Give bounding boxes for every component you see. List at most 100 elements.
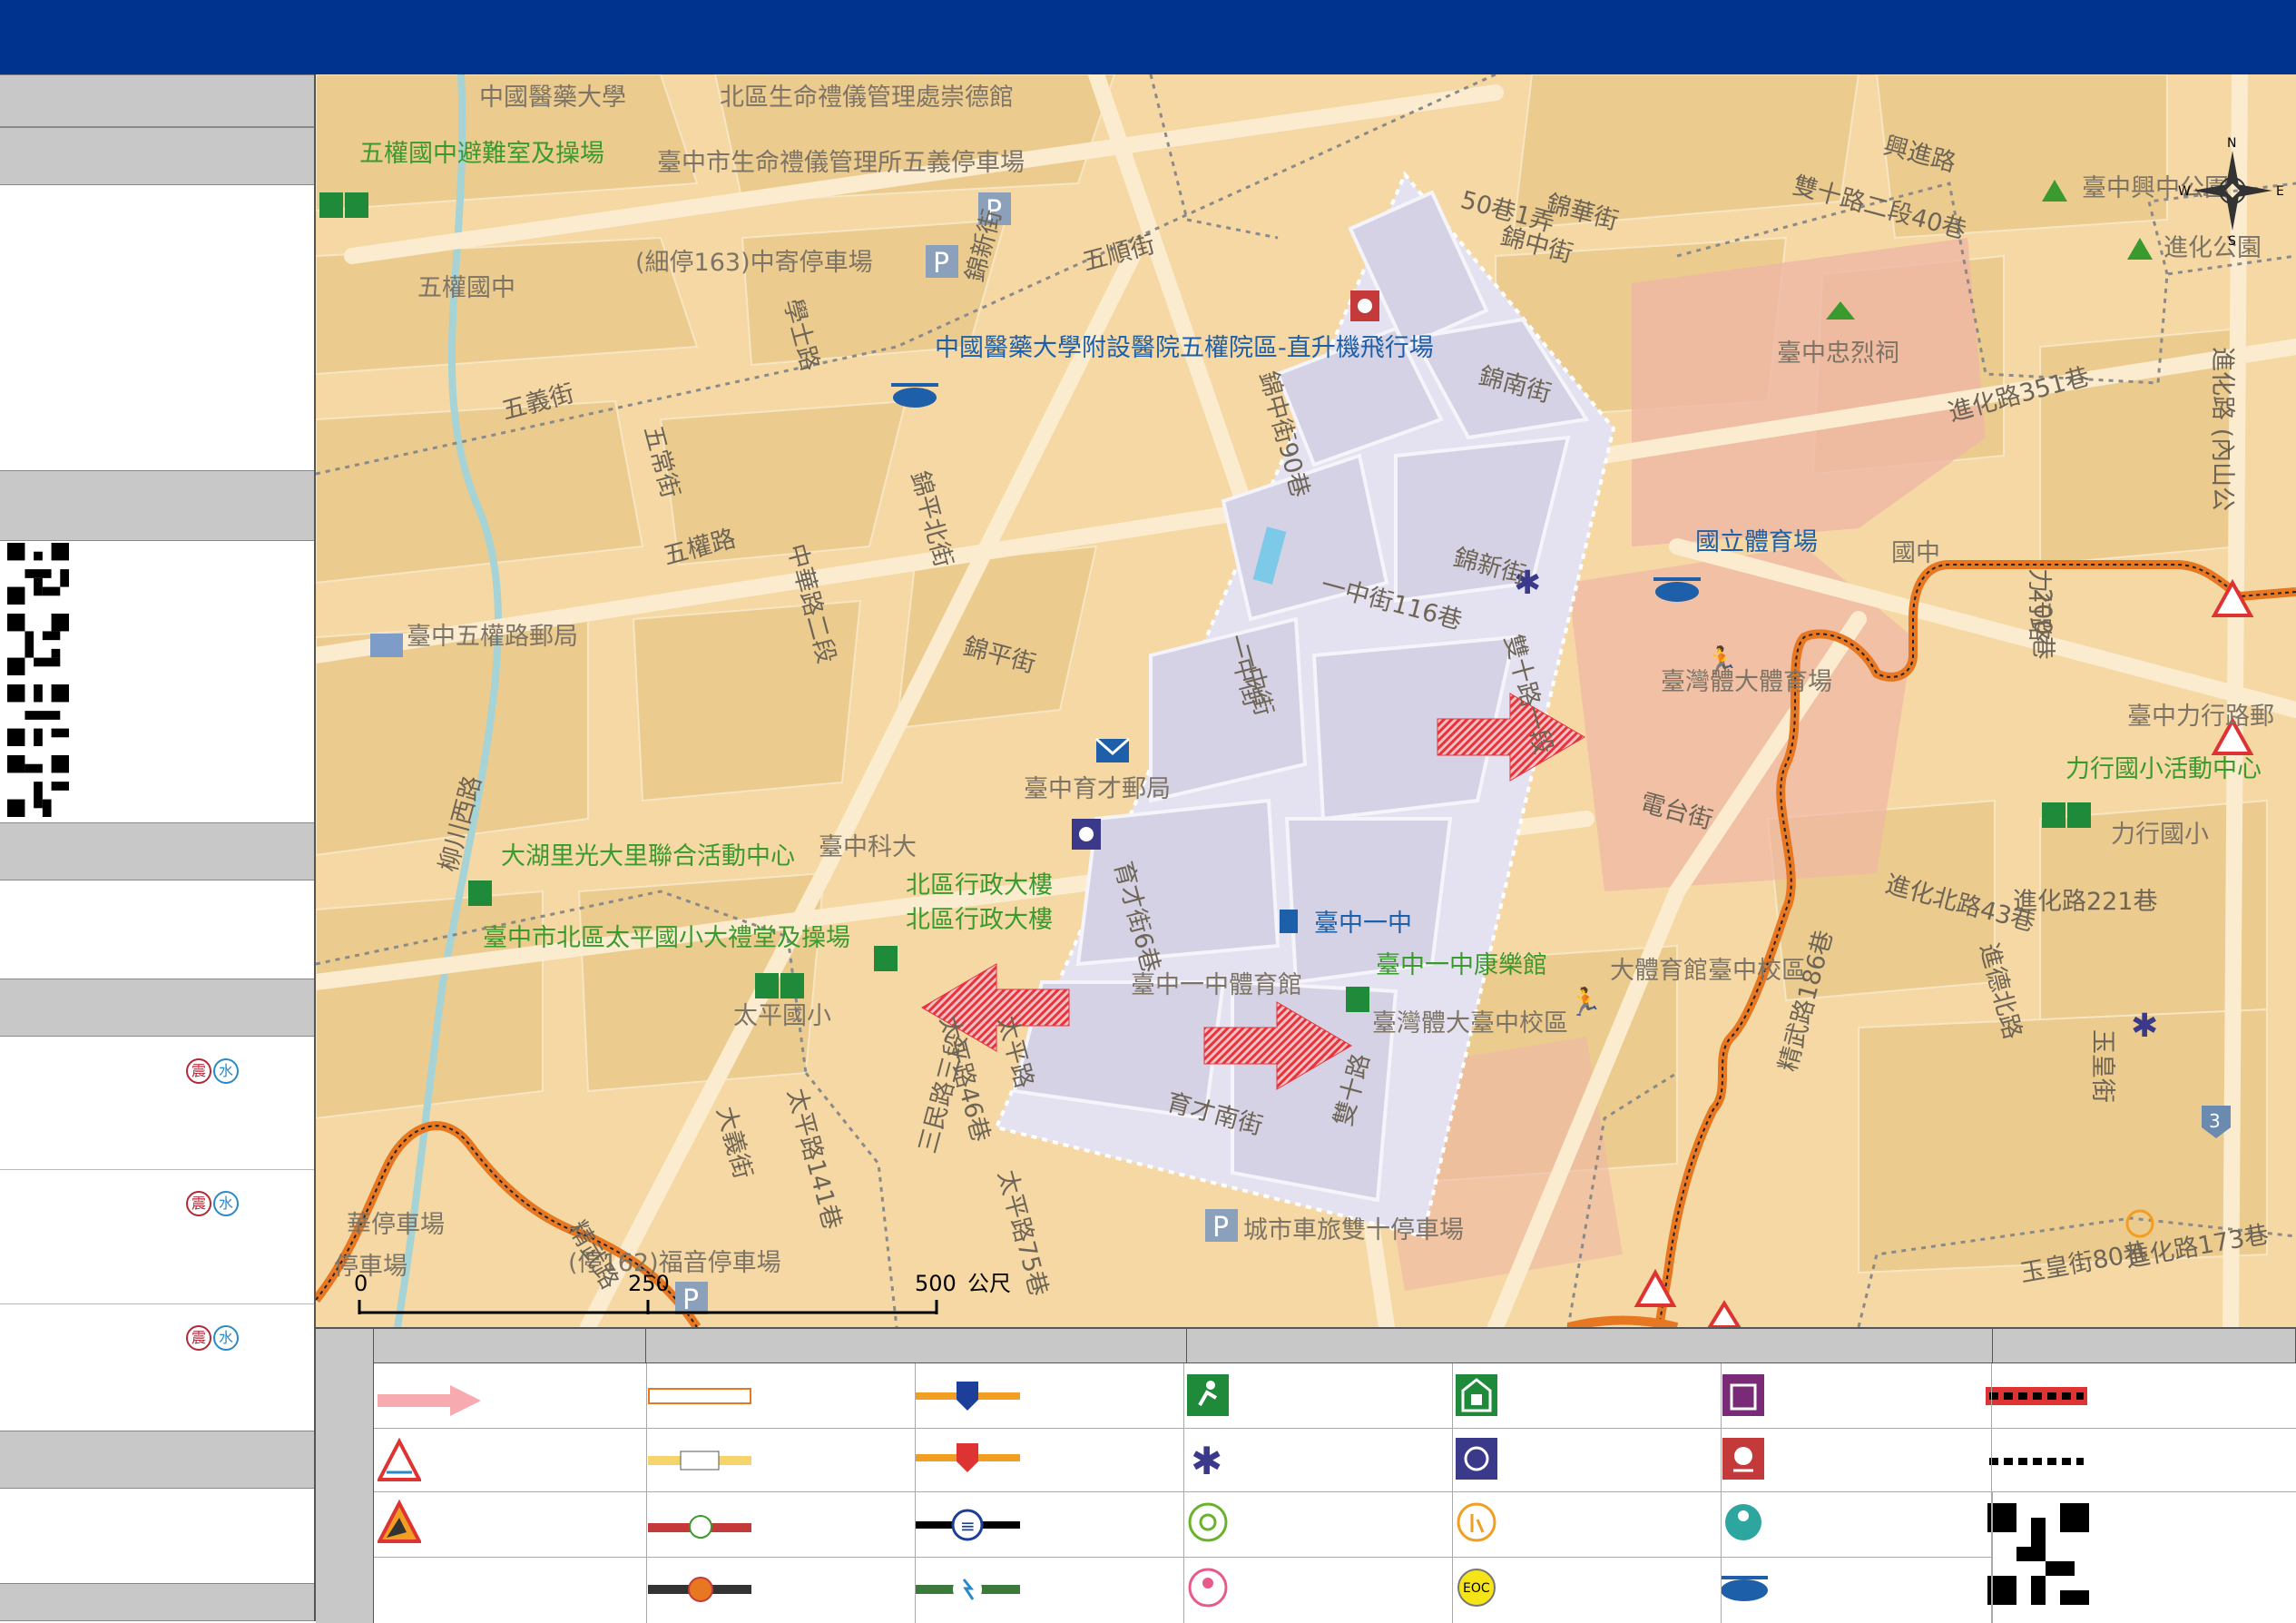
post-office-icon[interactable] bbox=[1095, 737, 1130, 762]
qr-code[interactable] bbox=[7, 614, 69, 675]
place-label[interactable]: 大湖里光大里聯合活動中心 bbox=[501, 842, 795, 871]
place-label[interactable]: 北區行政大樓 bbox=[906, 906, 1053, 934]
police-station-icon[interactable] bbox=[1072, 819, 1101, 850]
street-label: 玉皇街 bbox=[2088, 1029, 2116, 1103]
info-sidebar: 震水 震水 震水 bbox=[0, 74, 316, 1621]
flood-badge-icon: 水 bbox=[213, 1058, 239, 1084]
place-label[interactable]: 中國醫藥大學 bbox=[479, 84, 626, 112]
place-label[interactable]: 臺中一中體育館 bbox=[1131, 971, 1302, 999]
map-legend: ✱ ≡ EOC bbox=[316, 1327, 2296, 1623]
compass-n: N bbox=[2227, 136, 2236, 151]
street-label: 進化路 (內山公 bbox=[2208, 347, 2236, 511]
place-label[interactable]: 進化公園 bbox=[2164, 234, 2262, 262]
place-label[interactable]: 力行國小 bbox=[2111, 821, 2209, 849]
divider bbox=[0, 1303, 314, 1304]
legend-side-header bbox=[316, 1329, 374, 1623]
place-label[interactable]: 城市車旅雙十停車場 bbox=[1243, 1216, 1464, 1244]
legend-col-divider bbox=[1721, 1363, 1722, 1623]
hazard-badges: 震水 bbox=[186, 1325, 239, 1351]
svg-text:🏃: 🏃 bbox=[1568, 986, 1602, 1018]
sidebar-section-header-5 bbox=[0, 979, 314, 1037]
place-label[interactable]: 臺灣體大體育場 bbox=[1661, 668, 1832, 696]
place-label[interactable]: 臺中一中康樂館 bbox=[1376, 951, 1547, 979]
legend-row bbox=[374, 1429, 2296, 1492]
compass-w: W bbox=[2178, 184, 2191, 199]
place-label[interactable]: (細停163)中寄停車場 bbox=[635, 249, 873, 277]
flood-badge-icon: 水 bbox=[213, 1325, 239, 1351]
place-label[interactable]: 五權國中避難室及操場 bbox=[359, 140, 604, 168]
place-label[interactable]: 臺中市北區太平國小大禮堂及操場 bbox=[483, 924, 850, 952]
sidebar-section-header-7 bbox=[0, 1583, 314, 1621]
legend-col-divider bbox=[915, 1363, 916, 1623]
legend-col-divider bbox=[1991, 1363, 1992, 1623]
sports-icon: 🏃 bbox=[1568, 986, 1602, 1018]
legend-col-divider bbox=[646, 1363, 647, 1623]
svg-text:P: P bbox=[933, 248, 949, 280]
place-label[interactable]: 臺中力行路郵 bbox=[2127, 703, 2274, 731]
post-office-icon[interactable] bbox=[370, 634, 403, 657]
place-label[interactable]: 臺灣體大臺中校區 bbox=[1372, 1009, 1568, 1038]
street-label: 進化路221巷 bbox=[2013, 888, 2158, 916]
earthquake-badge-icon: 震 bbox=[186, 1325, 211, 1351]
legend-col-divider bbox=[1452, 1363, 1453, 1623]
place-label[interactable]: 太平國小 bbox=[733, 1002, 831, 1030]
sidebar-section-header-1 bbox=[0, 74, 314, 127]
shelter-icon[interactable] bbox=[874, 946, 898, 971]
compass-s: S bbox=[2228, 234, 2236, 249]
sidebar-section-header-4 bbox=[0, 822, 314, 880]
place-label[interactable]: 北區生命禮儀管理處崇德館 bbox=[720, 84, 1014, 112]
place-label[interactable]: 停車場 bbox=[334, 1253, 407, 1281]
legend-header-2 bbox=[646, 1329, 1187, 1363]
sidebar-section-header-6 bbox=[0, 1431, 314, 1489]
shelter-icon[interactable] bbox=[1346, 987, 1369, 1012]
earthquake-badge-icon: 震 bbox=[186, 1058, 211, 1084]
legend-header-4 bbox=[1993, 1329, 2296, 1363]
svg-text:P: P bbox=[1212, 1212, 1229, 1244]
place-label[interactable]: 北區行政大樓 bbox=[906, 871, 1053, 900]
parking-icon[interactable]: P bbox=[926, 245, 958, 280]
place-label[interactable]: 臺中科大 bbox=[819, 833, 917, 861]
svg-text:✱: ✱ bbox=[2131, 1008, 2158, 1045]
scale-tick-500: 500 bbox=[915, 1271, 957, 1296]
route-number: 3 bbox=[2209, 1110, 2221, 1132]
legend-header-3 bbox=[1187, 1329, 1993, 1363]
legend-row bbox=[374, 1363, 2296, 1429]
scale-unit: 公尺 bbox=[967, 1271, 1011, 1296]
parking-icon[interactable]: P bbox=[675, 1282, 708, 1316]
qr-code[interactable] bbox=[7, 543, 69, 605]
parking-icon[interactable]: P bbox=[1205, 1209, 1238, 1244]
street-label: 200巷 bbox=[2028, 588, 2056, 660]
place-label[interactable]: 臺中五權路郵局 bbox=[407, 623, 578, 651]
place-label[interactable]: 臺中育才郵局 bbox=[1024, 775, 1171, 803]
evacuation-map[interactable]: ✱ ✱ P P P P 🏃 🏃 3 中國醫藥大學 北區生命禮儀管理處崇德館 五權… bbox=[316, 74, 2296, 1327]
title-bar bbox=[0, 0, 2296, 74]
medical-icon[interactable]: ✱ bbox=[2131, 1008, 2158, 1045]
qr-code[interactable] bbox=[7, 755, 69, 817]
place-label[interactable]: 臺中市生命禮儀管理所五義停車場 bbox=[657, 149, 1025, 177]
legend-col-divider bbox=[1183, 1363, 1184, 1623]
place-label[interactable]: 臺中忠烈祠 bbox=[1777, 339, 1899, 368]
earthquake-badge-icon: 震 bbox=[186, 1191, 211, 1216]
place-label[interactable]: 國立體育場 bbox=[1695, 528, 1818, 556]
school-icon[interactable] bbox=[1280, 910, 1298, 933]
hazard-badges: 震水 bbox=[186, 1058, 239, 1084]
qr-code[interactable] bbox=[1987, 1503, 2089, 1608]
place-label[interactable]: 五權國中 bbox=[417, 274, 515, 302]
scale-tick-0: 0 bbox=[354, 1271, 368, 1296]
divider bbox=[0, 1169, 314, 1170]
shelter-icon[interactable] bbox=[468, 880, 492, 906]
hazard-badges: 震水 bbox=[186, 1191, 239, 1216]
legend-header-1 bbox=[374, 1329, 646, 1363]
place-label[interactable]: 國中 bbox=[1891, 539, 1940, 567]
place-label[interactable]: 力行國小活動中心 bbox=[2065, 755, 2262, 783]
fire-station-icon[interactable] bbox=[1350, 290, 1379, 321]
qr-code[interactable] bbox=[7, 684, 69, 746]
place-label[interactable]: 中國醫藥大學附設醫院五權院區-直升機飛行場 bbox=[935, 334, 1434, 362]
place-label[interactable]: 大體育館臺中校區 bbox=[1610, 957, 1806, 985]
flood-badge-icon: 水 bbox=[213, 1191, 239, 1216]
place-label[interactable]: 臺中一中 bbox=[1314, 910, 1412, 938]
place-label[interactable]: 華停車場 bbox=[347, 1211, 445, 1239]
compass-e: E bbox=[2276, 184, 2284, 199]
sidebar-section-header-3 bbox=[0, 470, 314, 541]
sidebar-section-header-2 bbox=[0, 127, 314, 185]
